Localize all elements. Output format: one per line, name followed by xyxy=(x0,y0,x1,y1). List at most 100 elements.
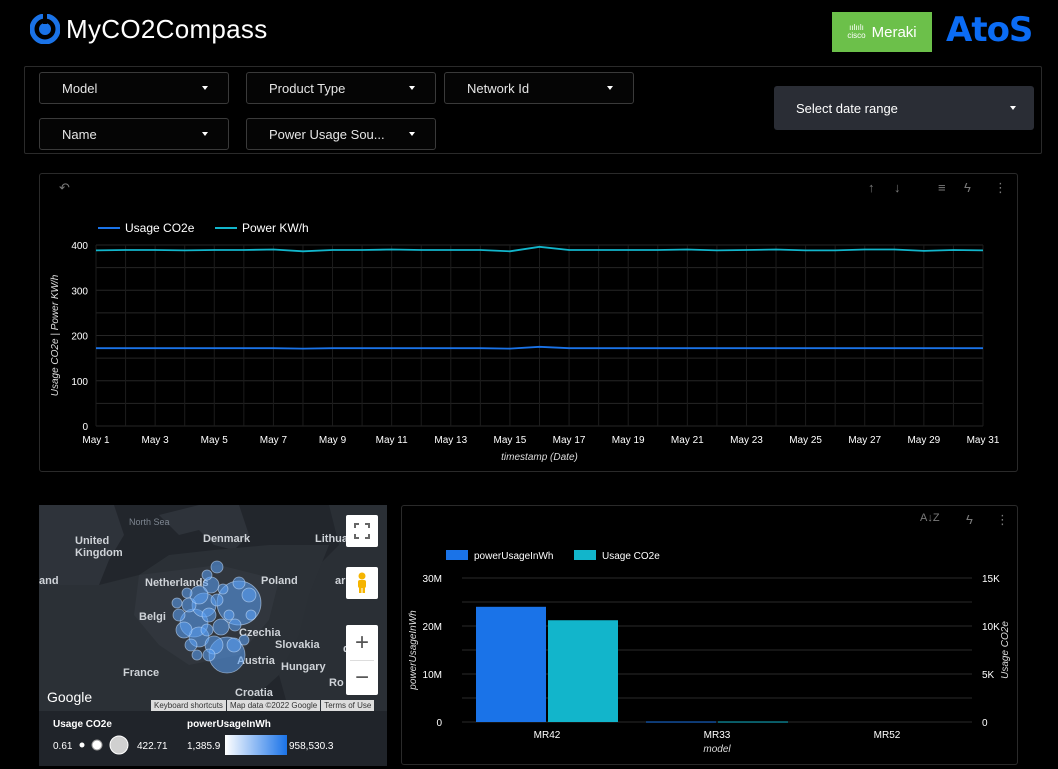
y-tick-label: 300 xyxy=(71,286,88,297)
x-tick-label: May 9 xyxy=(319,435,347,446)
y-tick-label: 400 xyxy=(71,241,88,252)
map-bubble xyxy=(217,583,229,595)
size-legend-max: 422.71 xyxy=(137,741,168,752)
x-tick-label: May 31 xyxy=(967,435,1000,446)
map-bubble xyxy=(232,576,246,590)
fullscreen-button[interactable] xyxy=(346,515,378,547)
filter-icon[interactable]: ≡ xyxy=(938,180,946,195)
y-tick-label: 200 xyxy=(71,332,88,343)
y-right-tick-label: 0 xyxy=(982,718,988,729)
color-legend-max: 958,530.3 xyxy=(289,741,334,752)
google-logo: Google xyxy=(47,689,93,705)
map-bubble xyxy=(171,597,183,609)
legend-label: powerUsageInWh xyxy=(474,551,553,562)
app-title: MyCO2Compass xyxy=(66,14,268,44)
x-tick-label: May 5 xyxy=(201,435,229,446)
zoom-out-button[interactable]: − xyxy=(350,660,374,694)
y-axis-label: Usage CO2e | Power KW/h xyxy=(50,274,61,396)
map-bubble xyxy=(181,587,193,599)
caret-down-icon xyxy=(409,132,415,136)
sort-desc-icon[interactable]: ↓ xyxy=(894,180,901,195)
size-legend-min: 0.61 xyxy=(53,741,73,752)
product-type-filter-label: Product Type xyxy=(269,80,346,96)
x-tick-label: May 19 xyxy=(612,435,645,446)
model-filter-label: Model xyxy=(62,80,98,96)
fullscreen-icon xyxy=(354,523,370,539)
model-filter-dropdown[interactable]: Model xyxy=(39,72,229,104)
size-legend-circles xyxy=(79,735,129,755)
map-bubble xyxy=(202,648,216,662)
bar xyxy=(548,620,618,722)
map-bubble xyxy=(228,618,242,632)
x-tick-label: May 21 xyxy=(671,435,704,446)
date-range-dropdown[interactable]: Select date range xyxy=(774,86,1034,130)
y-tick-label: 20M xyxy=(423,622,442,633)
y-right-axis-label: Usage CO2e xyxy=(1000,621,1011,679)
bar-chart: 0 10M 20M 30M 0 5K 10K 15K powerUsageInWh Usage C… xyxy=(408,550,1011,755)
map-bubble xyxy=(200,623,214,637)
y-right-tick-label: 15K xyxy=(982,574,1000,585)
x-tick-label: May 17 xyxy=(553,435,586,446)
x-tick-label: May 3 xyxy=(142,435,170,446)
caret-down-icon xyxy=(1010,106,1016,110)
x-tick-label: May 15 xyxy=(494,435,527,446)
y-axis-label: powerUsageInWh xyxy=(408,610,419,691)
compass-logo-icon xyxy=(30,14,60,44)
line-chart: 0 100 200 300 400 May 1 May 3 May 5 May 7 May 9 Ma… xyxy=(50,221,1000,463)
x-axis-label: timestamp (Date) xyxy=(501,452,578,463)
name-filter-label: Name xyxy=(62,126,97,142)
map-bubble xyxy=(184,638,198,652)
color-legend-title: powerUsageInWh xyxy=(187,719,271,730)
more-icon[interactable]: ⋮ xyxy=(994,180,1007,196)
keyboard-shortcuts-link[interactable]: Keyboard shortcuts xyxy=(151,700,226,711)
map-bubble xyxy=(175,621,193,639)
caret-down-icon xyxy=(409,86,415,90)
x-tick-label: May 7 xyxy=(260,435,288,446)
legend-swatch xyxy=(446,550,468,560)
x-tick-label: May 11 xyxy=(376,435,408,446)
map[interactable]: North Sea United Kingdom Denmark Lithua … xyxy=(39,505,387,711)
y-tick-label: 0 xyxy=(82,422,88,433)
map-bubble xyxy=(201,569,213,581)
map-bubble xyxy=(241,587,257,603)
bolt-icon[interactable]: ϟ xyxy=(964,180,971,195)
map-bubble xyxy=(201,607,217,623)
legend-label: Power KW/h xyxy=(242,221,309,235)
network-id-filter-dropdown[interactable]: Network Id xyxy=(444,72,634,104)
size-legend-title: Usage CO2e xyxy=(53,719,112,730)
map-bubble xyxy=(223,609,235,621)
x-tick-label: MR42 xyxy=(534,730,561,741)
date-range-label: Select date range xyxy=(796,100,898,116)
color-legend-gradient xyxy=(225,735,287,755)
undo-icon[interactable]: ↶ xyxy=(59,180,70,196)
bolt-icon[interactable]: ϟ xyxy=(966,512,973,527)
product-type-filter-dropdown[interactable]: Product Type xyxy=(246,72,436,104)
map-bubble xyxy=(226,637,242,653)
x-tick-label: MR52 xyxy=(874,730,901,741)
more-icon[interactable]: ⋮ xyxy=(996,512,1009,528)
meraki-logo: ıılıılı cisco Meraki xyxy=(832,12,932,52)
terms-link[interactable]: Terms of Use xyxy=(321,700,375,711)
name-filter-dropdown[interactable]: Name xyxy=(39,118,229,150)
legend-swatch xyxy=(574,550,596,560)
sort-asc-icon[interactable]: ↑ xyxy=(868,180,875,195)
y-tick-label: 100 xyxy=(71,377,88,388)
sort-az-icon[interactable]: A↓Z xyxy=(920,512,940,524)
caret-down-icon xyxy=(202,132,208,136)
x-tick-label: May 25 xyxy=(789,435,822,446)
street-view-button[interactable] xyxy=(346,567,378,599)
header: MyCO2Compass ıılıılı cisco Meraki AtoS xyxy=(0,0,1058,64)
map-bubble xyxy=(191,649,203,661)
y-right-tick-label: 10K xyxy=(982,622,1000,633)
map-bubble xyxy=(210,560,224,574)
x-tick-label: May 27 xyxy=(848,435,881,446)
bar xyxy=(476,606,546,722)
map-bubble xyxy=(245,609,257,621)
power-usage-source-filter-dropdown[interactable]: Power Usage Sou... xyxy=(246,118,436,150)
y-right-tick-label: 5K xyxy=(982,670,995,681)
map-attribution: Keyboard shortcuts Map data ©2022 Google… xyxy=(151,700,375,711)
x-tick-label: MR33 xyxy=(704,730,731,741)
power-usage-source-filter-label: Power Usage Sou... xyxy=(269,126,385,142)
map-bubble xyxy=(172,608,186,622)
zoom-in-button[interactable]: + xyxy=(355,626,369,660)
